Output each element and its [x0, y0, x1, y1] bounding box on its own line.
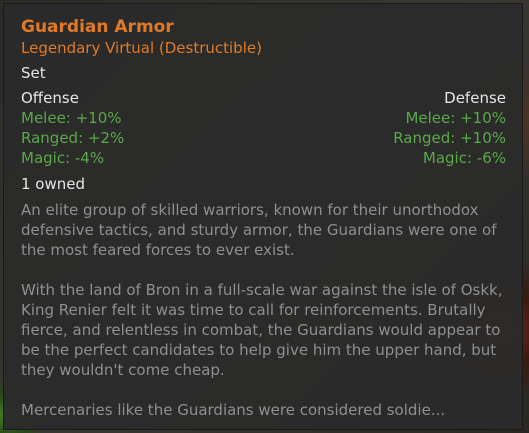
stats-section: Offense Melee: +10% Ranged: +2% Magic: -… [21, 88, 506, 168]
item-tooltip: Guardian Armor Legendary Virtual (Destru… [3, 3, 523, 430]
item-rarity: Legendary Virtual (Destructible) [21, 39, 262, 57]
owned-count: 1 owned [21, 175, 86, 193]
item-name: Guardian Armor [21, 17, 174, 37]
offense-melee: Melee: +10% [21, 109, 122, 127]
defense-ranged: Ranged: +10% [393, 129, 506, 147]
offense-magic: Magic: -4% [21, 149, 105, 167]
description-paragraph-1: An elite group of skilled warriors, know… [21, 201, 497, 259]
defense-melee: Melee: +10% [405, 109, 506, 127]
offense-column: Offense Melee: +10% Ranged: +2% Magic: -… [21, 88, 124, 168]
offense-heading: Offense [21, 89, 79, 107]
offense-ranged: Ranged: +2% [21, 129, 125, 147]
defense-column: Defense Melee: +10% Ranged: +10% Magic: … [393, 88, 506, 168]
description-paragraph-2: With the land of Bron in a full-scale wa… [21, 281, 503, 379]
defense-heading: Defense [444, 89, 506, 107]
defense-magic: Magic: -6% [422, 149, 506, 167]
description-paragraph-3: Mercenaries like the Guardians were cons… [21, 401, 446, 419]
item-category: Set [21, 64, 46, 82]
